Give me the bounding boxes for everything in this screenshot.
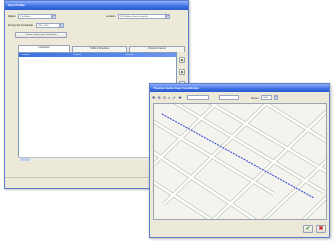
map-window-title: Thomas Guide map Coordinates — [153, 86, 200, 90]
column-header[interactable]: Direction — [124, 54, 176, 56]
coordinate-field[interactable]: 1234 - 5678 — [35, 23, 60, 28]
market-row: Market Z in Market ▾ — [8, 14, 57, 20]
market-label: Market — [8, 15, 16, 18]
scrollbar-thumb[interactable] — [20, 158, 30, 161]
map-window: Thomas Guide map Coordinates ✥ ⊕ ⊖ ⌕ ➚ ☚… — [149, 83, 330, 238]
spot-profile-title: Spot Profile — [8, 3, 25, 7]
location-combo[interactable]: 1201 Halifax Street & Jones Rd — [118, 14, 167, 19]
column-header[interactable]: Distance — [71, 54, 123, 56]
column-header[interactable]: Landmark — [19, 54, 71, 56]
hand-icon[interactable]: ☚ — [178, 95, 182, 100]
coordinate-label: Zoning Set Coordinate — [8, 24, 34, 27]
zoom-select[interactable]: 100% — [260, 95, 272, 100]
edit-icon[interactable] — [179, 69, 185, 75]
pan-icon[interactable]: ✥ — [152, 95, 155, 100]
location-row: Location 1201 Halifax Street & Jones Rd ▾ — [106, 14, 171, 20]
map-window-titlebar[interactable]: Thomas Guide map Coordinates — [150, 84, 329, 92]
location-label: Location — [106, 15, 116, 18]
market-combo[interactable]: Z in Market — [18, 14, 53, 19]
tab-landmarks[interactable]: Landmarks — [18, 45, 70, 52]
pointer-icon[interactable]: ➚ — [172, 95, 175, 100]
ok-button[interactable]: ✔ — [303, 225, 313, 233]
street-map[interactable] — [153, 103, 327, 220]
map-location-input[interactable] — [219, 95, 240, 100]
chevron-down-icon[interactable]: ▾ — [52, 14, 57, 19]
zoom-out-icon[interactable]: ⊖ — [163, 95, 166, 100]
thomas-guide-button[interactable]: Thomas Guide map Coordinates — [15, 32, 67, 38]
search-icon[interactable]: ⌕ — [168, 95, 170, 100]
zoom-in-icon[interactable]: ⊕ — [157, 95, 160, 100]
x-icon: ✖ — [318, 226, 324, 232]
zoom-label: Zoom — [251, 95, 259, 100]
checkmark-icon: ✔ — [305, 226, 311, 232]
coordinate-row: Zoning Set Coordinate 1234 - 5678… — [8, 23, 64, 29]
street-map-canvas — [154, 104, 326, 219]
chevron-down-icon[interactable]: ▾ — [166, 14, 171, 19]
list-header: Landmark Distance Direction — [19, 53, 176, 57]
add-icon[interactable] — [179, 57, 185, 63]
spot-profile-titlebar[interactable]: Spot Profile — [5, 1, 188, 10]
cancel-button[interactable]: ✖ — [316, 225, 326, 233]
map-search-input[interactable] — [187, 95, 210, 100]
chevron-down-icon[interactable]: ▾ — [273, 95, 278, 100]
map-toolbar: ✥ ⊕ ⊖ ⌕ ➚ ☚ Zoom 100% ▾ — [152, 93, 327, 102]
ellipsis-icon[interactable]: … — [59, 23, 64, 28]
